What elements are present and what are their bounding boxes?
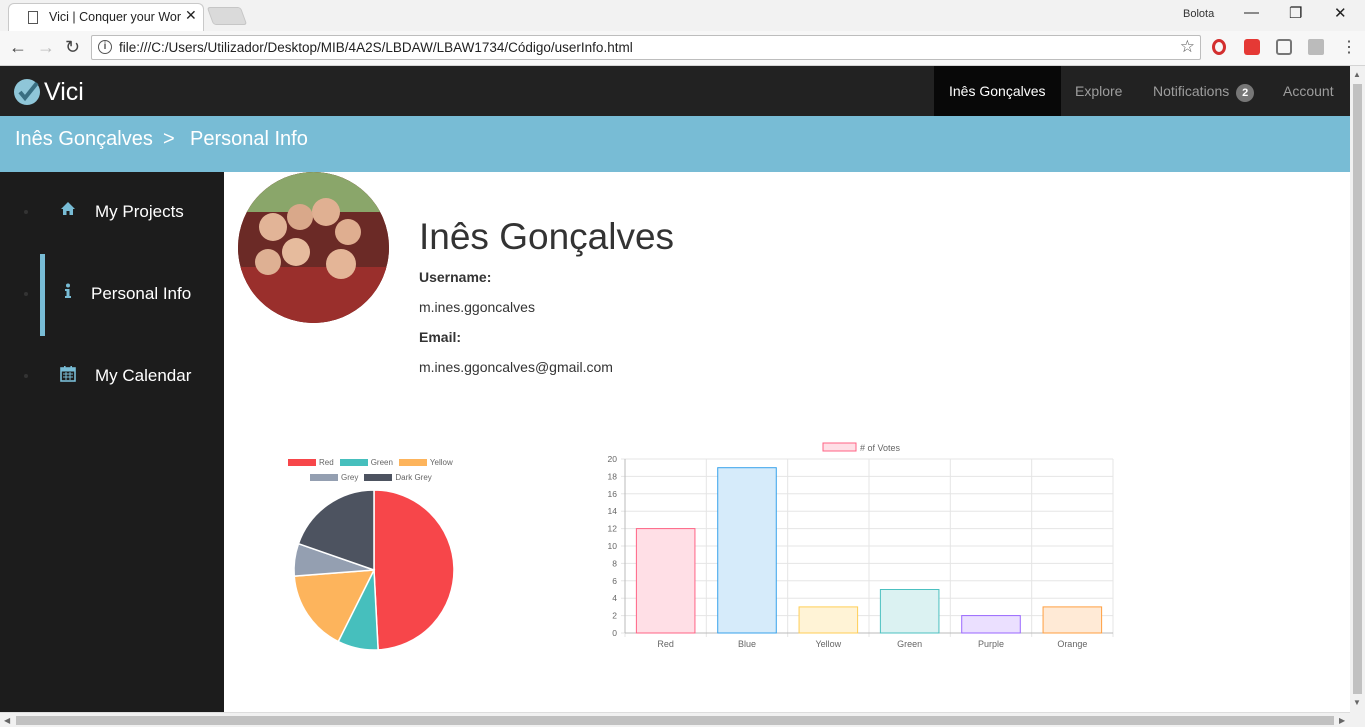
y-tick-label: 4 <box>612 593 617 603</box>
pie-chart: Red Green Yellow Grey Dark Grey <box>280 452 470 657</box>
notification-count-badge: 2 <box>1236 84 1255 102</box>
breadcrumb: Inês Gonçalves > Personal Info <box>0 116 1350 172</box>
username-value: m.ines.ggoncalves <box>419 299 535 315</box>
address-bar[interactable]: i file:///C:/Users/Utilizador/Desktop/MI… <box>91 35 1201 60</box>
bookmark-star-icon[interactable]: ☆ <box>1180 37 1195 57</box>
sidebar: My Projects Personal Info My Calendar <box>0 172 224 712</box>
sidebar-item-label: Personal Info <box>91 284 192 303</box>
info-icon <box>62 283 80 301</box>
x-tick-label: Purple <box>978 639 1004 649</box>
bar-orange[interactable] <box>1042 606 1103 634</box>
x-tick-label: Blue <box>738 639 756 649</box>
document-icon <box>28 11 38 24</box>
y-tick-label: 8 <box>612 558 617 568</box>
profile-name: Inês Gonçalves <box>419 216 675 257</box>
y-tick-label: 14 <box>608 506 618 516</box>
nav-explore[interactable]: Explore <box>1060 66 1137 116</box>
pie-slice-red[interactable] <box>373 489 455 651</box>
sidebar-item-my-calendar[interactable]: My Calendar <box>0 336 224 416</box>
vertical-scroll-thumb[interactable] <box>1353 84 1362 694</box>
sidebar-item-my-projects[interactable]: My Projects <box>0 172 224 252</box>
nav-explore-label: Explore <box>1075 83 1123 99</box>
breadcrumb-page: Personal Info <box>190 128 308 150</box>
y-tick-label: 16 <box>608 489 618 499</box>
x-tick-label: Orange <box>1057 639 1087 649</box>
browser-user-name[interactable]: Bolota <box>1183 8 1214 20</box>
y-tick-label: 0 <box>612 628 617 638</box>
vertical-scrollbar[interactable]: ▲ ▼ <box>1350 66 1365 727</box>
bar-blue[interactable] <box>717 467 777 634</box>
sidebar-item-label: My Calendar <box>95 366 192 385</box>
calendar-icon <box>60 365 78 383</box>
bullet <box>24 210 28 214</box>
bar-legend-label: # of Votes <box>860 443 901 453</box>
browser-tab[interactable]: Vici | Conquer your World ✕ <box>8 3 204 31</box>
breadcrumb-user[interactable]: Inês Gonçalves <box>15 128 153 151</box>
nav-account[interactable]: Account <box>1268 66 1349 116</box>
sidebar-item-personal-info[interactable]: Personal Info <box>0 254 224 334</box>
email-label: Email: <box>419 329 462 345</box>
bar-yellow[interactable] <box>798 606 859 634</box>
extension-icon[interactable] <box>1244 39 1260 55</box>
scroll-left-icon[interactable]: ◀ <box>4 716 10 725</box>
bar-chart: # of Votes 0 2 4 6 8 10 12 14 16 18 20 Red Blue Yellow… <box>595 438 1125 658</box>
site-info-icon[interactable]: i <box>98 40 112 54</box>
sidebar-item-label: My Projects <box>95 202 184 221</box>
close-tab-icon[interactable]: ✕ <box>185 7 197 24</box>
browser-toolbar: ← → ↻ i file:///C:/Users/Utilizador/Desk… <box>0 31 1365 66</box>
close-window-icon[interactable]: ✕ <box>1334 4 1347 22</box>
x-tick-label: Yellow <box>815 639 841 649</box>
url-text[interactable]: file:///C:/Users/Utilizador/Desktop/MIB/… <box>119 40 633 55</box>
y-tick-label: 12 <box>608 524 618 534</box>
bar-chart-canvas: # of Votes 0 2 4 6 8 10 12 14 16 18 20 Red Blue Yellow… <box>608 442 1114 649</box>
nav-notifications-label: Notifications <box>1153 83 1230 99</box>
top-navbar: Vici Inês Gonçalves Explore Notification… <box>0 66 1350 116</box>
horizontal-scrollbar[interactable]: ◀ ▶ <box>0 712 1350 727</box>
home-icon <box>60 201 78 219</box>
scroll-down-icon[interactable]: ▼ <box>1353 698 1361 707</box>
extension-icon[interactable] <box>1276 39 1292 55</box>
bar-legend-swatch <box>822 442 857 452</box>
scroll-up-icon[interactable]: ▲ <box>1353 70 1361 79</box>
email-value: m.ines.ggoncalves@gmail.com <box>419 359 613 375</box>
username-label: Username: <box>419 269 492 285</box>
reload-icon[interactable]: ↻ <box>65 37 80 58</box>
restore-icon[interactable]: ❐ <box>1289 4 1302 22</box>
active-indicator <box>40 254 45 336</box>
y-tick-label: 10 <box>608 541 618 551</box>
nav-notifications[interactable]: Notifications 2 <box>1138 66 1269 116</box>
x-tick-label: Red <box>657 639 674 649</box>
drive-extension-icon[interactable] <box>1308 39 1324 55</box>
brand-name[interactable]: Vici <box>44 78 84 107</box>
breadcrumb-separator: > <box>163 128 175 150</box>
pie-chart-canvas <box>293 489 455 651</box>
horizontal-scroll-thumb[interactable] <box>16 716 1334 725</box>
y-tick-label: 2 <box>612 611 617 621</box>
minimize-icon[interactable]: — <box>1244 4 1259 21</box>
forward-icon[interactable]: → <box>37 37 55 58</box>
bar-legend[interactable]: # of Votes <box>822 442 901 453</box>
browser-tab-bar: Vici | Conquer your World ✕ Bolota — ❐ ✕ <box>0 0 1365 31</box>
bullet <box>24 374 28 378</box>
bar-green[interactable] <box>879 589 940 634</box>
logo-check-icon[interactable] <box>14 79 40 105</box>
nav-user-label: Inês Gonçalves <box>949 83 1046 99</box>
avatar <box>238 172 389 323</box>
y-tick-label: 6 <box>612 576 617 586</box>
nav-account-label: Account <box>1283 83 1334 99</box>
menu-icon[interactable]: ⋮ <box>1341 37 1357 57</box>
new-tab-button[interactable] <box>206 7 248 25</box>
tab-title: Vici | Conquer your World <box>49 10 181 24</box>
back-icon[interactable]: ← <box>9 37 27 58</box>
bar-red[interactable] <box>635 528 696 634</box>
opera-extension-icon[interactable] <box>1212 39 1226 55</box>
bullet <box>24 292 28 296</box>
nav-user[interactable]: Inês Gonçalves <box>934 66 1061 116</box>
x-tick-label: Green <box>897 639 922 649</box>
bar-purple[interactable] <box>961 615 1021 634</box>
y-tick-label: 18 <box>608 471 618 481</box>
y-tick-label: 20 <box>608 454 618 464</box>
scroll-right-icon[interactable]: ▶ <box>1339 716 1345 725</box>
